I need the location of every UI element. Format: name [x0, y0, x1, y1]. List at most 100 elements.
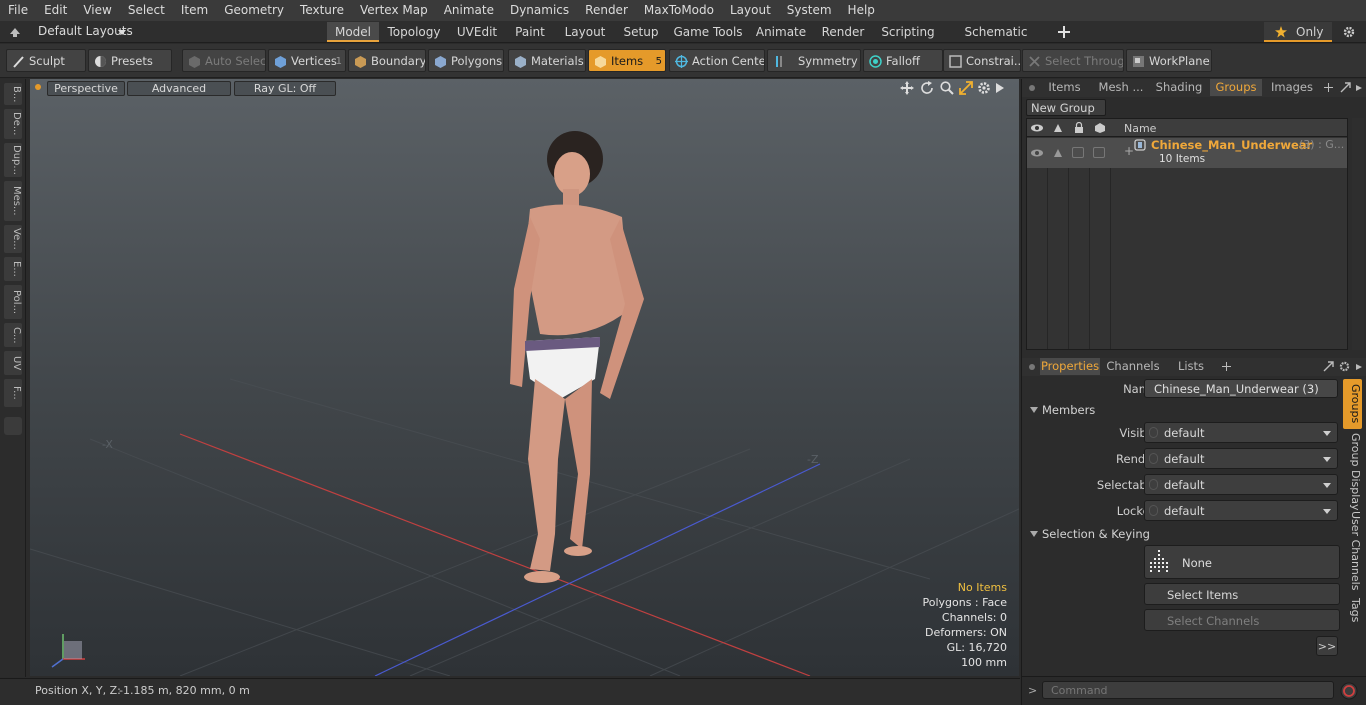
none-button[interactable]: None — [1144, 545, 1340, 579]
left-strip-expand[interactable] — [4, 417, 22, 435]
arrow-up-icon[interactable] — [9, 26, 21, 38]
viewport-settings-icon[interactable] — [977, 81, 991, 95]
chevron-right-icon[interactable] — [1356, 85, 1362, 91]
menu-animate[interactable]: Animate — [436, 0, 502, 21]
group-row[interactable]: + Chinese_Man_Underwear (3) : G... 10 It… — [1027, 138, 1347, 168]
shading-advanced-button[interactable]: Advanced — [127, 81, 231, 96]
tab-scripting[interactable]: Scripting — [878, 22, 938, 42]
tab-groups[interactable]: Groups — [1210, 79, 1262, 96]
symmetry-button[interactable]: Symmetry — [767, 49, 861, 72]
select-items-button[interactable]: Select Items — [1144, 583, 1340, 605]
record-icon[interactable] — [1340, 682, 1358, 700]
tab-layout[interactable]: Layout — [560, 22, 610, 42]
left-tab-mes[interactable]: Mes... — [4, 181, 22, 221]
chevron-right-icon[interactable] — [1356, 364, 1362, 370]
more-button[interactable]: >> — [1316, 636, 1338, 656]
select-checkbox[interactable] — [1093, 147, 1105, 158]
plus-icon[interactable] — [1324, 83, 1333, 92]
zoom-view-icon[interactable] — [940, 81, 954, 95]
menu-texture[interactable]: Texture — [292, 0, 352, 21]
tab-items[interactable]: Items — [1042, 79, 1087, 96]
falloff-button[interactable]: Falloff — [863, 49, 943, 72]
tab-shading[interactable]: Shading — [1152, 79, 1206, 96]
expand-panel-icon[interactable] — [1340, 82, 1351, 93]
tab-properties[interactable]: Properties — [1040, 358, 1100, 375]
tab-channels[interactable]: Channels — [1104, 358, 1162, 375]
menu-dynamics[interactable]: Dynamics — [502, 0, 577, 21]
menu-file[interactable]: File — [0, 0, 36, 21]
tab-uvedit[interactable]: UVEdit — [452, 22, 502, 42]
move-view-icon[interactable] — [900, 81, 914, 95]
left-tab-pol[interactable]: Pol... — [4, 285, 22, 319]
raygl-button[interactable]: Ray GL: Off — [234, 81, 336, 96]
eye-icon[interactable] — [1031, 147, 1043, 159]
tab-setup[interactable]: Setup — [618, 22, 664, 42]
members-section[interactable]: Members — [1030, 401, 1345, 419]
panel-menu-dot[interactable] — [1029, 85, 1035, 91]
left-tab-c[interactable]: C... — [4, 323, 22, 347]
tab-model[interactable]: Model — [327, 22, 379, 42]
tab-render[interactable]: Render — [818, 22, 868, 42]
menu-help[interactable]: Help — [840, 0, 883, 21]
visible-dropdown[interactable]: default — [1144, 422, 1338, 443]
tab-game-tools[interactable]: Game Tools — [672, 22, 744, 42]
only-toggle[interactable]: Only — [1264, 22, 1332, 42]
tab-lists[interactable]: Lists — [1168, 358, 1214, 375]
items-button[interactable]: Items 5 — [588, 49, 666, 72]
sculpt-button[interactable]: Sculpt — [6, 49, 86, 72]
left-tab-b[interactable]: B... — [4, 83, 22, 105]
tab-schematic-fusion[interactable]: Schematic Fusion — [946, 22, 1046, 59]
plus-icon[interactable] — [1222, 362, 1231, 371]
vertices-button[interactable]: Vertices 1 — [268, 49, 346, 72]
maximize-view-icon[interactable] — [959, 81, 973, 95]
left-tab-f[interactable]: F... — [4, 379, 22, 407]
plus-icon[interactable] — [1058, 26, 1070, 38]
selectable-dropdown[interactable]: default — [1144, 474, 1338, 495]
select-through-button[interactable]: Select Through — [1022, 49, 1124, 72]
menu-item[interactable]: Item — [173, 0, 216, 21]
play-arrow-icon[interactable] — [996, 83, 1004, 93]
left-tab-uv[interactable]: UV — [4, 351, 22, 375]
left-tab-ve[interactable]: Ve... — [4, 225, 22, 253]
render-dropdown[interactable]: default — [1144, 448, 1338, 469]
menu-vertex-map[interactable]: Vertex Map — [352, 0, 436, 21]
sidetab-group-display[interactable]: Group Display — [1343, 433, 1362, 511]
left-tab-e[interactable]: E... — [4, 257, 22, 281]
menu-edit[interactable]: Edit — [36, 0, 75, 21]
tab-images[interactable]: Images — [1266, 79, 1318, 96]
group-list-scrollbar[interactable] — [1352, 118, 1364, 350]
presets-button[interactable]: Presets — [88, 49, 172, 72]
select-channels-button[interactable]: Select Channels — [1144, 609, 1340, 631]
menu-geometry[interactable]: Geometry — [216, 0, 292, 21]
name-field[interactable]: Chinese_Man_Underwear (3) — [1144, 379, 1338, 398]
locked-dropdown[interactable]: default — [1144, 500, 1338, 521]
viewport-menu-dot[interactable] — [35, 84, 41, 90]
sidetab-tags[interactable]: Tags — [1343, 595, 1362, 625]
expand-panel-icon[interactable] — [1323, 361, 1334, 372]
left-tab-de[interactable]: De... — [4, 109, 22, 139]
auto-select-button[interactable]: Auto Select — [182, 49, 266, 72]
tab-paint[interactable]: Paint — [510, 22, 550, 42]
polygons-button[interactable]: Polygons — [428, 49, 504, 72]
sidetab-groups[interactable]: Groups — [1343, 379, 1362, 429]
left-tab-dup[interactable]: Dup... — [4, 143, 22, 177]
render-icon[interactable] — [1052, 147, 1064, 159]
workplane-button[interactable]: WorkPlane — [1126, 49, 1212, 72]
tab-topology[interactable]: Topology — [384, 22, 444, 42]
panel-menu-dot[interactable] — [1029, 364, 1035, 370]
selection-keying-section[interactable]: Selection & Keying — [1030, 525, 1345, 543]
expand-plus-icon[interactable]: + — [1124, 144, 1134, 158]
lock-checkbox[interactable] — [1072, 147, 1084, 158]
tab-animate[interactable]: Animate — [752, 22, 810, 42]
menu-layout[interactable]: Layout — [722, 0, 779, 21]
rotate-view-icon[interactable] — [920, 81, 934, 95]
materials-button[interactable]: Materials — [508, 49, 586, 72]
menu-maxtomodo[interactable]: MaxToModo — [636, 0, 722, 21]
viewport-3d[interactable]: -X -Z Perspective Advanced Ray GL: Off N… — [30, 79, 1019, 676]
view-perspective-button[interactable]: Perspective — [47, 81, 125, 96]
tab-mesh[interactable]: Mesh ... — [1090, 79, 1152, 96]
menu-system[interactable]: System — [779, 0, 840, 21]
menu-select[interactable]: Select — [120, 0, 173, 21]
menu-view[interactable]: View — [75, 0, 119, 21]
action-center-button[interactable]: Action Center — [669, 49, 765, 72]
